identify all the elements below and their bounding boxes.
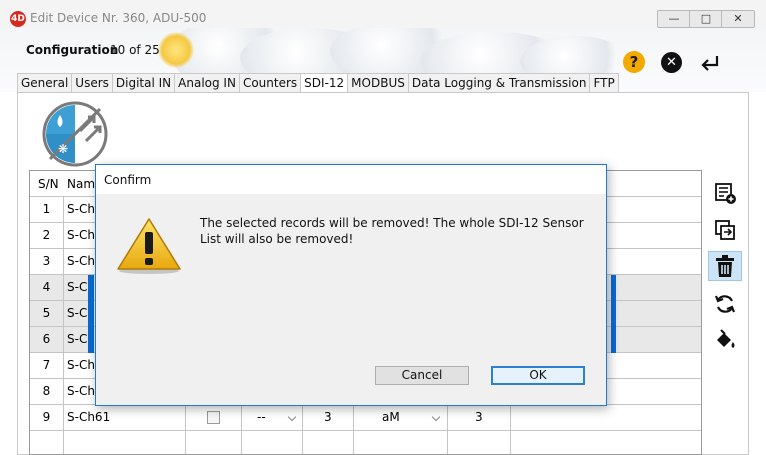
row-checkbox[interactable] (207, 411, 220, 424)
chevron-down-icon[interactable] (431, 412, 441, 422)
paint-bucket-icon (717, 329, 735, 348)
add-record-button[interactable] (708, 178, 742, 208)
selection-highlight (88, 327, 94, 353)
column-header-sn[interactable]: S/N (38, 177, 59, 191)
cancel-button[interactable]: Cancel (375, 366, 469, 385)
table-row-empty[interactable] (30, 431, 701, 454)
tab-bar: General Users Digital IN Analog IN Count… (17, 73, 619, 93)
app-logo-icon: 4D (10, 11, 26, 27)
copy-icon (715, 220, 735, 240)
trash-icon (716, 255, 734, 277)
svg-text:❋: ❋ (58, 142, 68, 156)
weather-sun-icon (158, 32, 194, 68)
tab-modbus[interactable]: MODBUS (347, 73, 408, 93)
selection-highlight (88, 275, 94, 301)
warning-icon (117, 218, 181, 274)
help-icon[interactable]: ? (623, 51, 645, 73)
row-dropdown-value[interactable]: aM (382, 405, 400, 430)
dialog-title: Confirm (104, 173, 152, 187)
tab-data-logging[interactable]: Data Logging & Transmission (407, 73, 590, 93)
cancel-close-icon[interactable]: ✕ (661, 52, 682, 73)
table-row[interactable]: 9 S-Ch61 -- 3 aM 3 (30, 405, 701, 431)
tab-digital-in[interactable]: Digital IN (111, 73, 175, 93)
refresh-button[interactable] (708, 289, 742, 319)
row-value: 3 (475, 410, 483, 424)
selection-highlight (611, 301, 616, 327)
window-close-button[interactable]: ✕ (721, 10, 755, 28)
confirm-dialog: Confirm The selected records will be rem… (95, 164, 607, 406)
selection-highlight (88, 301, 94, 327)
tab-general[interactable]: General (17, 73, 72, 93)
copy-record-button[interactable] (708, 215, 742, 245)
selection-highlight (611, 275, 616, 301)
tab-users[interactable]: Users (71, 73, 112, 93)
selection-highlight (611, 327, 616, 353)
tab-analog-in[interactable]: Analog IN (174, 73, 239, 93)
delete-record-button[interactable] (708, 251, 742, 281)
dialog-title-bar[interactable]: Confirm (96, 165, 606, 194)
ok-button[interactable]: OK (491, 366, 585, 385)
dialog-message: The selected records will be removed! Th… (200, 216, 584, 246)
minimize-button[interactable]: — (657, 10, 691, 28)
refresh-icon (714, 295, 736, 313)
chevron-down-icon[interactable] (287, 412, 297, 422)
row-dropdown-value[interactable]: -- (257, 405, 266, 430)
return-enter-icon[interactable] (699, 53, 721, 73)
tab-sdi-12[interactable]: SDI-12 (300, 73, 348, 93)
add-list-icon (715, 183, 736, 204)
window-title: Edit Device Nr. 360, ADU-500 (30, 11, 207, 25)
tab-ftp[interactable]: FTP (589, 73, 619, 93)
sdi12-sensor-logo-icon: ❋ (42, 101, 108, 167)
row-value: 3 (324, 410, 332, 424)
fill-button[interactable] (708, 325, 742, 355)
configuration-label: Configuration (26, 43, 119, 57)
tab-counters[interactable]: Counters (238, 73, 301, 93)
configuration-count: 10 of 25 (110, 43, 160, 57)
maximize-button[interactable]: □ (689, 10, 723, 28)
column-header-name[interactable]: Nam (67, 177, 95, 191)
